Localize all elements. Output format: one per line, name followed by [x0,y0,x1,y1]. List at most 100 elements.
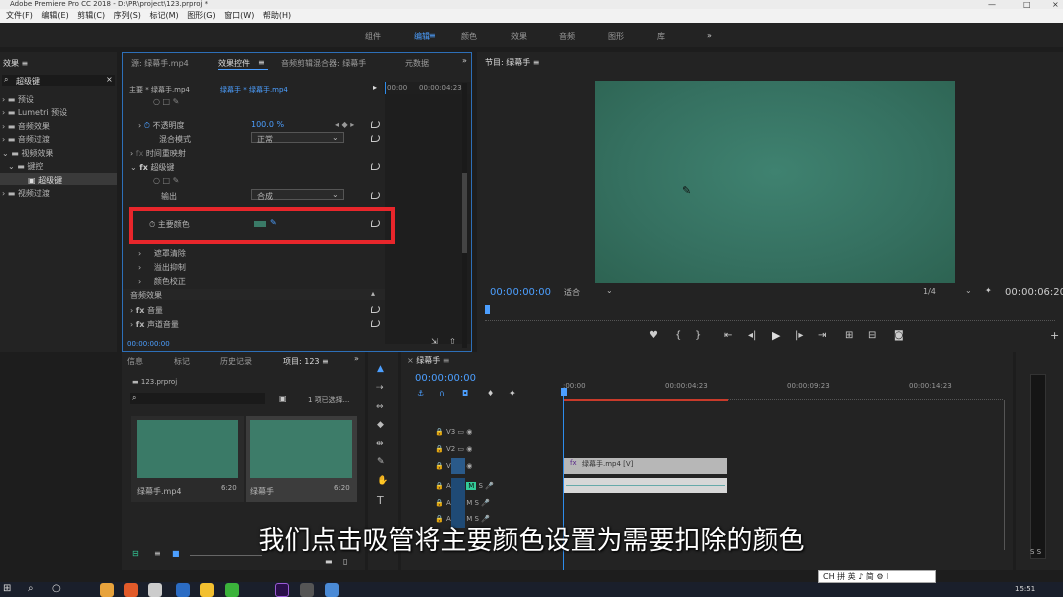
tab-markers[interactable]: 标记 [174,356,190,367]
slip-tool-icon[interactable]: ⇹ [376,439,384,449]
cortana-icon[interactable]: ○ [52,583,61,594]
menu-edit[interactable]: 编辑(E) [41,9,68,23]
step-forward-icon[interactable]: |▸ [795,330,803,341]
tree-item-keying[interactable]: ⌄ ▬ 键控 [8,161,43,172]
effects-search-input[interactable]: ⌕ 超级键 × [2,75,115,86]
chrome-icon[interactable] [100,583,114,597]
new-bin-icon[interactable]: ▣ [279,394,287,403]
master-clip-label[interactable]: 主要 * 绿幕手.mp4 [129,85,190,95]
track-v3-controls[interactable]: 🔒 V3 ▭ ◉ [435,428,472,436]
wechat-icon[interactable] [225,583,239,597]
extract-icon[interactable]: ⊟ [868,330,876,341]
clear-search-icon[interactable]: × [106,75,113,84]
timeline-ruler[interactable]: :00:00 00:00:04:23 00:00:09:23 00:00:14:… [563,380,1003,400]
play-button-icon[interactable]: ▶ [772,329,780,342]
export-icon[interactable]: ⇧ [449,337,456,346]
reset-icon[interactable] [371,305,380,313]
workspace-graphics[interactable]: 图形 [608,31,624,42]
app-icon[interactable] [325,583,339,597]
workspace-assembly[interactable]: 组件 [365,31,381,42]
menu-window[interactable]: 窗口(W) [224,9,254,23]
tree-item-audio-effects[interactable]: › ▬ 音频效果 [2,121,50,132]
tab-menu-icon[interactable]: ≡ [258,58,265,67]
camera-icon[interactable]: ◙ [894,330,904,341]
workspace-audio[interactable]: 音频 [559,31,575,42]
v1-source-patch[interactable] [451,458,465,474]
hand-tool-icon[interactable]: ✋ [377,476,388,486]
workspace-menu-icon[interactable]: ≡ [429,31,436,40]
new-item-icon[interactable]: ▬ [325,557,333,566]
minimize-button[interactable]: — [988,0,996,9]
ec-timeline-ruler[interactable]: 00:00 00:00:04:23 [383,82,471,94]
menu-file[interactable]: 文件(F) [6,9,33,23]
audio-clip[interactable] [564,478,727,493]
workspace-libraries[interactable]: 库 [657,31,665,42]
selection-tool-icon[interactable]: ▲ [377,364,384,374]
mark-out-icon[interactable]: } [695,330,701,341]
add-marker-icon[interactable]: ◘ [462,389,468,398]
lift-icon[interactable]: ⊞ [845,330,853,341]
snap-icon[interactable]: ⚓ [417,389,424,398]
tree-item-lumetri[interactable]: › ▬ Lumetri 预设 [2,107,67,118]
ripple-edit-tool-icon[interactable]: ⇔ [376,402,384,412]
store-icon[interactable] [148,583,162,597]
project-item-clip[interactable]: 绿幕手.mp4 6:20 [131,416,244,502]
tab-project[interactable]: 项目: 123 ≡ [283,356,329,367]
mark-in-icon[interactable]: { [675,330,681,341]
clock[interactable]: 15:51 [1015,585,1035,593]
program-playhead[interactable] [485,305,490,314]
step-back-icon[interactable]: ◂| [748,330,756,341]
program-timecode[interactable]: 00:00:00:00 [490,287,551,298]
project-item-sequence[interactable]: 绿幕手 6:20 [246,416,357,502]
firefox-icon[interactable] [124,583,138,597]
project-search-input[interactable]: ⌕ [130,393,265,404]
tree-item-presets[interactable]: › ▬ 预设 [2,94,34,105]
maximize-button[interactable]: □ [1023,0,1031,9]
timeline-tab[interactable]: × 绿幕手 ≡ [407,355,450,366]
stopwatch-icon[interactable]: ⏱ [144,121,150,130]
output-dropdown[interactable]: 合成 ⌄ [251,189,344,201]
sequence-clip-label[interactable]: 绿幕手 * 绿幕手.mp4 [220,85,288,95]
reset-icon[interactable] [371,120,380,128]
razor-tool-icon[interactable]: ◆ [377,420,384,430]
workspace-effects[interactable]: 效果 [511,31,527,42]
track-v2-controls[interactable]: 🔒 V2 ▭ ◉ [435,445,472,453]
video-preview[interactable] [595,81,955,283]
matte-cleanup-row[interactable]: › 遮罩清除 [138,248,186,259]
ultra-key-row[interactable]: ⌄ fx 超级键 [130,162,174,173]
go-to-in-icon[interactable]: ⇤ [724,330,732,341]
reset-icon[interactable] [371,319,380,327]
ec-keyframe-area[interactable] [385,94,471,344]
tab-source[interactable]: 源: 绿幕手.mp4 [131,58,189,69]
menu-graphics[interactable]: 图形(G) [187,9,215,23]
windows-start-icon[interactable]: ⊞ [3,583,11,594]
trash-icon[interactable]: ▯ [343,557,347,566]
wrench-icon[interactable]: ✦ [509,389,516,398]
tree-item-video-transitions[interactable]: › ▬ 视频过渡 [2,188,50,199]
reset-icon[interactable] [371,134,380,142]
tab-effect-controls[interactable]: 效果控件 [218,58,250,69]
app-icon[interactable] [300,583,314,597]
work-area-bar[interactable] [563,399,728,401]
search-icon[interactable]: ⌕ [28,583,34,594]
ec-scrollbar[interactable] [462,83,467,348]
blend-mode-dropdown[interactable]: 正常 ⌄ [251,132,344,144]
tab-metadata[interactable]: 元数据 [405,58,429,69]
time-remap-row[interactable]: › fx 时间重映射 [130,148,186,159]
tree-item-ultra-key[interactable]: ▣ 超级键 [0,173,117,185]
playhead-handle[interactable] [561,388,567,396]
more-panels-icon[interactable]: » [462,56,467,65]
add-marker-icon[interactable]: ♥ [649,330,658,341]
go-to-out-icon[interactable]: ⇥ [818,330,826,341]
tab-history[interactable]: 历史记录 [220,356,252,367]
volume-row[interactable]: › fx 音量 [130,305,163,316]
opacity-value[interactable]: 100.0 % [251,120,284,129]
ec-timecode[interactable]: 00:00:00:00 [127,340,170,348]
more-panels-icon[interactable]: » [354,354,359,363]
menu-clip[interactable]: 剪辑(C) [77,9,105,23]
tab-audio-mixer[interactable]: 音频剪辑混合器: 绿幕手 [281,58,366,69]
workspace-editing[interactable]: 编辑 [414,31,430,42]
marker-icon[interactable]: ♦ [487,389,494,398]
track-select-tool-icon[interactable]: ⇢ [376,383,384,393]
add-button-icon[interactable]: + [1050,329,1059,342]
